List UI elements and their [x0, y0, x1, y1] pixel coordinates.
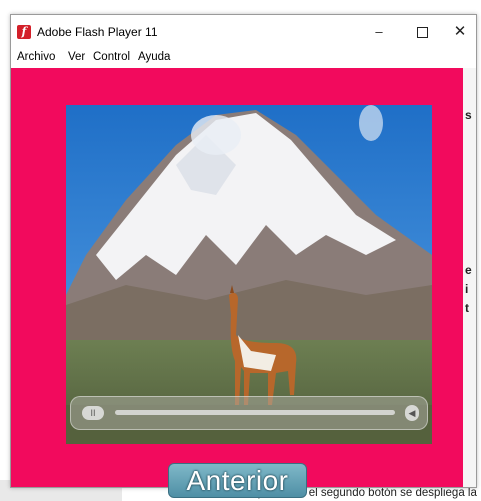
- window-title: Adobe Flash Player 11: [37, 25, 158, 39]
- video-frame-image: [66, 105, 432, 444]
- maximize-button[interactable]: [404, 15, 440, 49]
- pause-button[interactable]: II: [82, 406, 104, 420]
- flash-player-window: f Adobe Flash Player 11 – ✕ Archivo Ver …: [10, 14, 477, 498]
- flash-stage: s e i t II ◀ Anterior: [11, 68, 476, 498]
- anterior-button[interactable]: Anterior: [168, 463, 307, 498]
- speaker-icon: ◀: [408, 408, 416, 418]
- background-fragment: i: [465, 282, 469, 296]
- flash-logo-icon: f: [17, 25, 31, 39]
- stage-right-edge: s e i t: [463, 68, 476, 487]
- menu-bar: Archivo Ver Control Ayuda: [11, 49, 476, 67]
- background-fragment: s: [465, 108, 472, 122]
- player-controls: II ◀: [70, 396, 428, 430]
- menu-ayuda[interactable]: Ayuda: [138, 51, 170, 63]
- minimize-button[interactable]: –: [361, 15, 397, 49]
- seek-bar[interactable]: [115, 410, 395, 415]
- menu-ver[interactable]: Ver: [68, 51, 85, 63]
- menu-archivo[interactable]: Archivo: [17, 51, 55, 63]
- title-bar[interactable]: f Adobe Flash Player 11 – ✕: [11, 15, 476, 49]
- video-player[interactable]: II ◀: [66, 105, 432, 444]
- volume-button[interactable]: ◀: [405, 405, 419, 421]
- background-fragment: e: [465, 263, 472, 277]
- background-fragment: t: [465, 301, 469, 315]
- maximize-icon: [416, 27, 428, 39]
- close-button[interactable]: ✕: [442, 15, 478, 49]
- menu-control[interactable]: Control: [93, 51, 130, 63]
